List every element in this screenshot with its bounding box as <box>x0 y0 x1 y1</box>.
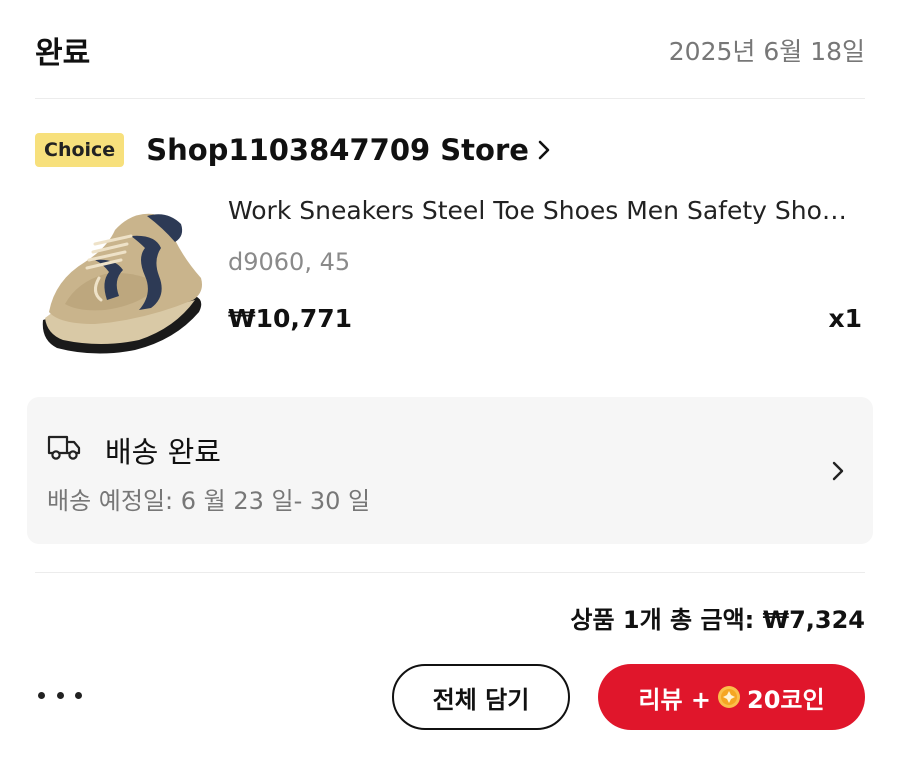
product-image[interactable] <box>35 200 210 365</box>
chevron-right-icon <box>537 139 551 161</box>
product-title[interactable]: Work Sneakers Steel Toe Shoes Men Safety… <box>228 196 858 225</box>
order-total: 상품 1개 총 금액: ₩7,324 <box>570 606 865 634</box>
divider <box>35 98 865 99</box>
product-price: ₩10,771 <box>228 304 353 333</box>
chevron-right-icon <box>831 459 845 483</box>
review-label-suffix: 20코인 <box>747 685 825 714</box>
coin-icon <box>717 685 741 709</box>
review-label-prefix: 리뷰 + <box>638 685 712 714</box>
store-name: Shop1103847709 Store <box>146 133 529 167</box>
delivery-status: 배송 완료 <box>105 435 221 469</box>
product-quantity: x1 <box>828 304 862 333</box>
order-status: 완료 <box>35 36 91 71</box>
dot <box>75 691 82 699</box>
delivery-estimate: 배송 예정일: 6 월 23 일- 30 일 <box>47 487 371 515</box>
order-date: 2025년 6월 18일 <box>668 37 865 66</box>
add-all-label: 전체 담기 <box>432 685 530 714</box>
order-card: 완료 2025년 6월 18일 Choice Shop1103847709 St… <box>0 0 900 767</box>
more-dots-icon[interactable] <box>38 680 82 710</box>
truck-icon <box>47 433 81 461</box>
dot <box>38 691 45 699</box>
order-header: 완료 2025년 6월 18일 <box>35 20 865 80</box>
divider <box>35 572 865 573</box>
add-all-to-cart-button[interactable]: 전체 담기 <box>392 664 570 730</box>
product-variant: d9060, 45 <box>228 248 351 276</box>
delivery-status-card[interactable]: 배송 완료 배송 예정일: 6 월 23 일- 30 일 <box>27 397 873 544</box>
dot <box>56 691 64 699</box>
choice-badge: Choice <box>35 133 125 167</box>
review-button[interactable]: 리뷰 + 20코인 <box>598 664 865 730</box>
store-link[interactable]: Choice Shop1103847709 Store <box>35 128 551 172</box>
